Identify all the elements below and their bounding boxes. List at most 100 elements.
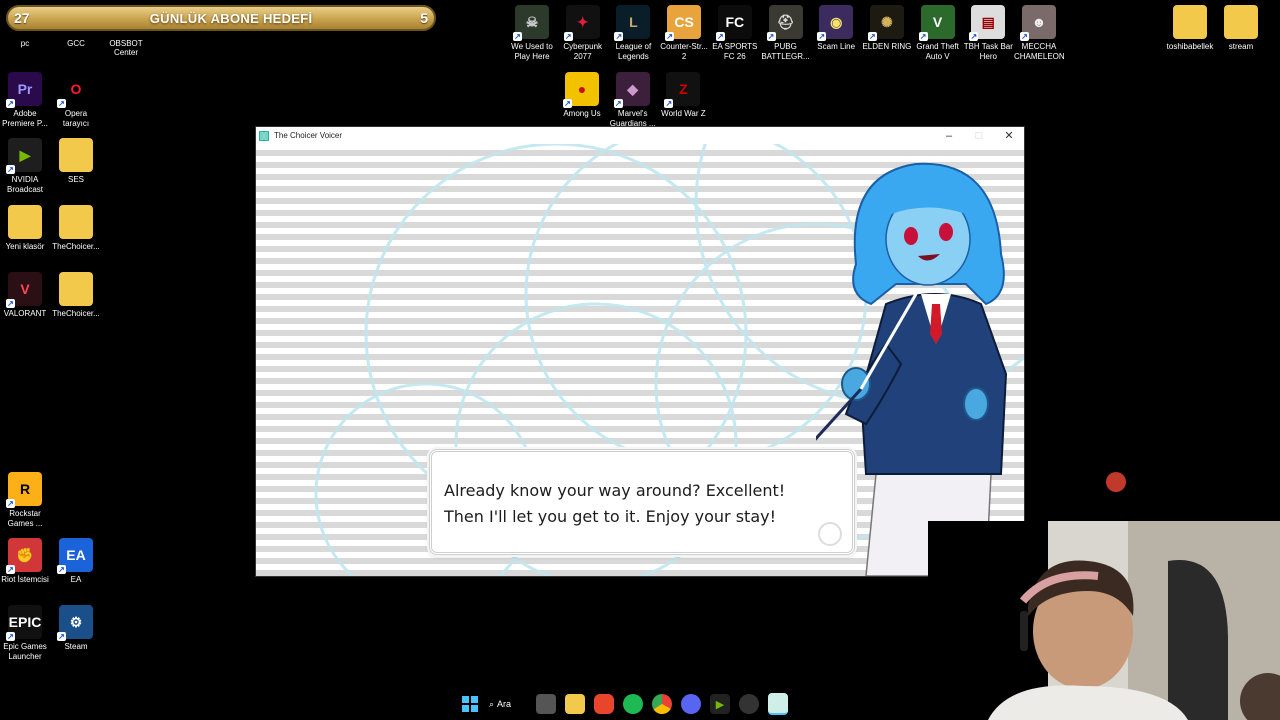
desktop-icon-folder[interactable]: TheChoicer... xyxy=(51,205,101,252)
rockstar-icon: R ↗ xyxy=(6,472,42,508)
desktop-icon-nvidia[interactable]: ▶ ↗ NVIDIA Broadcast xyxy=(0,138,50,195)
desktop-icon-obsbot-label[interactable]: OBSBOT Center xyxy=(101,39,151,57)
desktop-icon-label: TBH Task Bar Hero xyxy=(963,42,1013,61)
desktop-icon-eldenring[interactable]: ✺ ↗ ELDEN RING xyxy=(862,5,912,52)
eldenring-icon: ✺ ↗ xyxy=(867,5,904,41)
maximize-button[interactable]: □ xyxy=(964,130,994,142)
folder-icon xyxy=(59,272,93,306)
shortcut-arrow-icon: ↗ xyxy=(57,632,66,641)
game-icon: ☠ ↗ xyxy=(513,5,549,41)
desktop-icon-label: Opera tarayıcı xyxy=(62,109,90,128)
task-view-icon[interactable] xyxy=(536,694,556,714)
desktop-icon-valorant[interactable]: V ↗ VALORANT xyxy=(0,272,50,319)
shortcut-arrow-icon: ↗ xyxy=(664,99,674,108)
desktop-icon-gotg[interactable]: ◆ ↗ Marvel's Guardians ... xyxy=(608,72,658,129)
goal-target-count: 5 xyxy=(420,10,428,26)
desktop-icon-gcc-label[interactable]: GCC xyxy=(51,39,101,48)
shortcut-arrow-icon: ↗ xyxy=(665,32,675,41)
desktop-icon-game[interactable]: ◉ ↗ Scam Line xyxy=(811,5,861,52)
desktop-icon-label: stream xyxy=(1228,42,1254,51)
cyberpunk-icon: ✦ ↗ xyxy=(563,5,600,41)
folder-icon xyxy=(1224,5,1258,39)
desktop-icon-folder[interactable]: Yeni klasör xyxy=(0,205,50,252)
desktop-icon-rockstar[interactable]: R ↗ Rockstar Games ... xyxy=(0,472,50,529)
brave-icon[interactable] xyxy=(594,694,614,714)
desktop-icon-label: World War Z xyxy=(661,109,706,118)
goal-title: GÜNLÜK ABONE HEDEFİ xyxy=(149,10,313,26)
cs2-icon: CS ↗ xyxy=(665,5,702,41)
desktop-icon-label: Yeni klasör xyxy=(5,242,45,251)
spotify-icon[interactable] xyxy=(623,694,643,714)
desktop-icon-label: ELDEN RING xyxy=(862,42,912,51)
webcam-overlay xyxy=(928,521,1280,720)
lol-icon: L ↗ xyxy=(614,5,651,41)
desktop-icon-label: TheChoicer... xyxy=(52,242,100,251)
desktop-icon-label: TheChoicer... xyxy=(52,309,100,318)
close-button[interactable]: ✕ xyxy=(994,129,1024,142)
steam-icon[interactable] xyxy=(739,694,759,714)
folder-icon xyxy=(8,205,42,239)
taskbar: ⌕ Ara ▶ xyxy=(460,690,788,718)
app-icon xyxy=(259,130,269,141)
desktop-icon-game[interactable]: ☠ ↗ We Used to Play Here xyxy=(507,5,557,62)
streamer-webcam-image xyxy=(928,521,1280,720)
desktop-icon-label: Adobe Premiere P... xyxy=(2,109,48,128)
desktop-icon-folder[interactable]: SES xyxy=(51,138,101,185)
chrome-icon[interactable] xyxy=(652,694,672,714)
desktop-icon-folder[interactable]: toshibabellek xyxy=(1165,5,1215,52)
dialog-line-1: Already know your way around? Excellent! xyxy=(444,481,786,500)
desktop-icon-label: SES xyxy=(67,175,84,184)
goal-current-count: 27 xyxy=(14,10,30,26)
desktop-icon-opera[interactable]: O ↗ Opera tarayıcı xyxy=(51,72,101,129)
folder-icon xyxy=(59,205,93,239)
game-icon: ▤ ↗ xyxy=(969,5,1006,41)
desktop-icon-folder[interactable]: TheChoicer... xyxy=(51,272,101,319)
shortcut-arrow-icon: ↗ xyxy=(817,32,827,41)
desktop-icon-ea[interactable]: EA ↗ EA xyxy=(51,538,101,585)
minimize-button[interactable]: – xyxy=(934,130,964,142)
dialog-line-2: Then I'll let you get to it. Enjoy your … xyxy=(444,507,777,526)
folder-icon xyxy=(59,138,93,172)
epic-icon: EPIC ↗ xyxy=(6,605,42,641)
desktop-icon-label: EA SPORTS FC 26 xyxy=(712,42,758,61)
shortcut-arrow-icon: ↗ xyxy=(57,565,66,574)
start-icon[interactable] xyxy=(460,694,480,714)
folder-icon xyxy=(1173,5,1207,39)
desktop-icon-pubg[interactable]: ⛑ ↗ PUBG BATTLEGR... xyxy=(761,5,811,62)
discord-icon[interactable] xyxy=(681,694,701,714)
choicer-voicer-window[interactable]: The Choicer Voicer – □ ✕ Already know yo… xyxy=(256,127,1024,576)
shortcut-arrow-icon: ↗ xyxy=(614,32,624,41)
desktop-icon-pc-label[interactable]: pc xyxy=(0,39,50,48)
desktop-icon-cs2[interactable]: CS ↗ Counter-Str... 2 xyxy=(659,5,709,62)
choicer-app-icon[interactable] xyxy=(768,693,788,715)
desktop-icon-epic[interactable]: EPIC ↗ Epic Games Launcher xyxy=(0,605,50,662)
desktop-icon-cyberpunk[interactable]: ✦ ↗ Cyberpunk 2077 xyxy=(558,5,608,62)
desktop-icon-steam[interactable]: ⚙ ↗ Steam xyxy=(51,605,101,652)
shortcut-arrow-icon: ↗ xyxy=(1020,32,1029,41)
shortcut-arrow-icon: ↗ xyxy=(867,32,877,41)
desktop-icon-label: Scam Line xyxy=(817,42,856,51)
dialog-text: Already know your way around? Excellent!… xyxy=(444,478,785,530)
desktop-icon-fc26[interactable]: FC ↗ EA SPORTS FC 26 xyxy=(710,5,760,62)
desktop-icon-label: VALORANT xyxy=(3,309,47,318)
desktop-icon-gta[interactable]: V ↗ Grand Theft Auto V xyxy=(913,5,963,62)
desktop-icon-folder[interactable]: stream xyxy=(1216,5,1266,52)
desktop-icon-premiere[interactable]: Pr ↗ Adobe Premiere P... xyxy=(0,72,50,129)
desktop-icon-game[interactable]: ☻ ↗ MECCHA CHAMELEON xyxy=(1014,5,1065,62)
desktop-icon-riot[interactable]: ✊ ↗ Riot İstemcisi xyxy=(0,538,50,585)
window-titlebar[interactable]: The Choicer Voicer – □ ✕ xyxy=(256,127,1024,144)
desktop-icon-lol[interactable]: L ↗ League of Legends xyxy=(608,5,658,62)
valorant-icon: V ↗ xyxy=(6,272,42,308)
desktop-icon-amongus[interactable]: ● ↗ Among Us xyxy=(557,72,607,119)
shortcut-arrow-icon: ↗ xyxy=(513,32,522,41)
taskbar-search[interactable]: ⌕ Ara xyxy=(489,699,527,710)
nvidia-icon[interactable]: ▶ xyxy=(710,694,730,714)
desktop-icon-wwz[interactable]: Z ↗ World War Z xyxy=(658,72,708,119)
dialog-box[interactable]: Already know your way around? Excellent!… xyxy=(429,449,855,555)
file-explorer-icon[interactable] xyxy=(565,694,585,714)
continue-indicator-icon[interactable] xyxy=(818,522,842,546)
shortcut-arrow-icon: ↗ xyxy=(6,565,15,574)
desktop-icon-game[interactable]: ▤ ↗ TBH Task Bar Hero xyxy=(963,5,1013,62)
search-label: Ara xyxy=(497,699,512,709)
game-scene[interactable]: Already know your way around? Excellent!… xyxy=(256,144,1024,576)
